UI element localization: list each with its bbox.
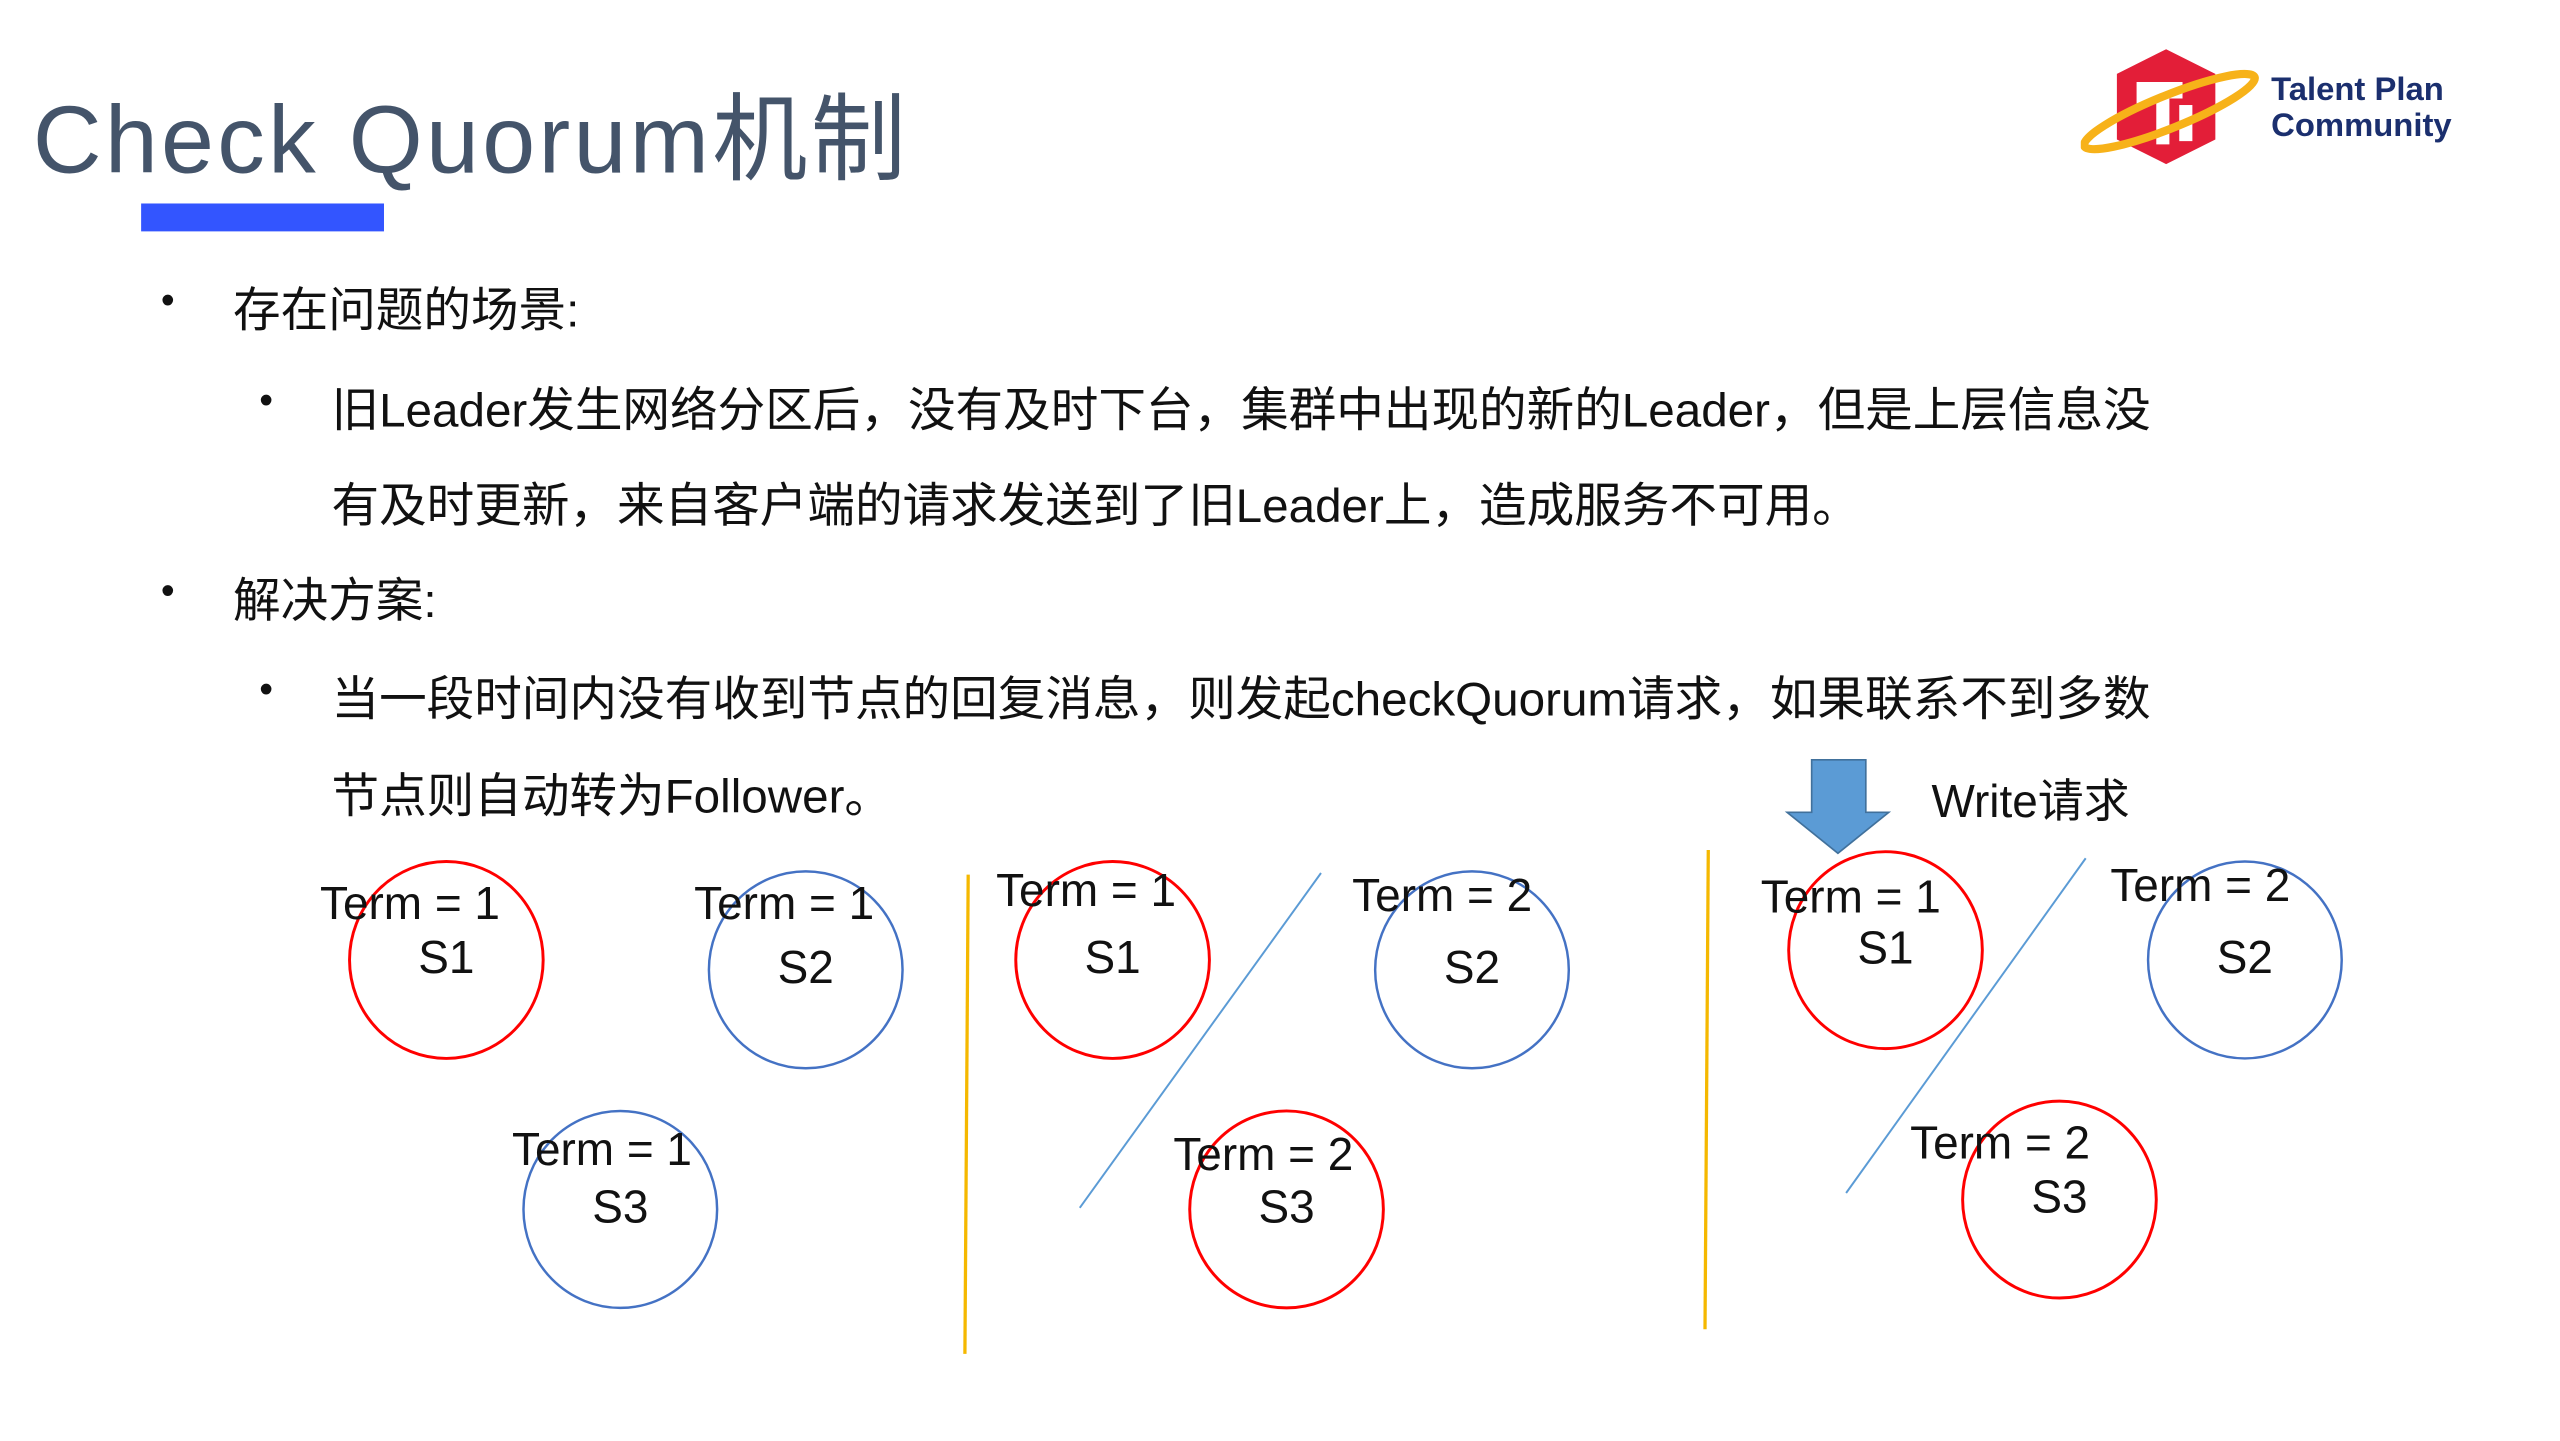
term-label: Term = 1 (512, 1123, 692, 1175)
term-label: Term = 1 (1761, 870, 1941, 922)
node-s2: Term = 2 S2 (2110, 859, 2343, 1060)
write-request-label: Write请求 (1931, 775, 2129, 827)
node-label: S1 (1857, 921, 1913, 973)
node-label: S2 (778, 941, 834, 993)
slide: Check Quorum机制 Talent Plan Community • 存… (0, 0, 2560, 1441)
term-label: Term = 1 (320, 877, 500, 929)
node-label: S3 (1258, 1181, 1314, 1233)
term-label: Term = 2 (1910, 1117, 2090, 1169)
node-s2: Term = 1 S2 (694, 870, 904, 1070)
node-label: S1 (418, 931, 474, 983)
term-label: Term = 1 (694, 877, 874, 929)
node-label: S1 (1084, 931, 1140, 983)
node-s3: Term = 2 S3 (1910, 1099, 2158, 1300)
term-label: Term = 1 (996, 864, 1176, 916)
divider-line (1703, 850, 1710, 1330)
node-label: S2 (2217, 931, 2273, 983)
node-s3: Term = 1 S3 (512, 1109, 719, 1310)
node-label: S2 (1444, 941, 1500, 993)
term-label: Term = 2 (1173, 1128, 1353, 1180)
node-label: S3 (2031, 1171, 2087, 1223)
term-label: Term = 2 (2110, 859, 2290, 911)
term-label: Term = 2 (1352, 869, 1532, 921)
raft-diagram: Write请求 Term = 1 S1 Term = 1 S2 Term = 1… (320, 758, 2343, 1354)
node-s1: Term = 1 S1 (1761, 850, 1984, 1051)
node-s3: Term = 2 S3 (1173, 1109, 1385, 1310)
node-label: S3 (592, 1181, 648, 1233)
node-s1: Term = 1 S1 (320, 860, 545, 1060)
node-s2: Term = 2 S2 (1352, 869, 1571, 1070)
divider-line (963, 874, 970, 1354)
arrow-down-icon (1784, 758, 1892, 855)
node-s1: Term = 1 S1 (996, 860, 1211, 1060)
